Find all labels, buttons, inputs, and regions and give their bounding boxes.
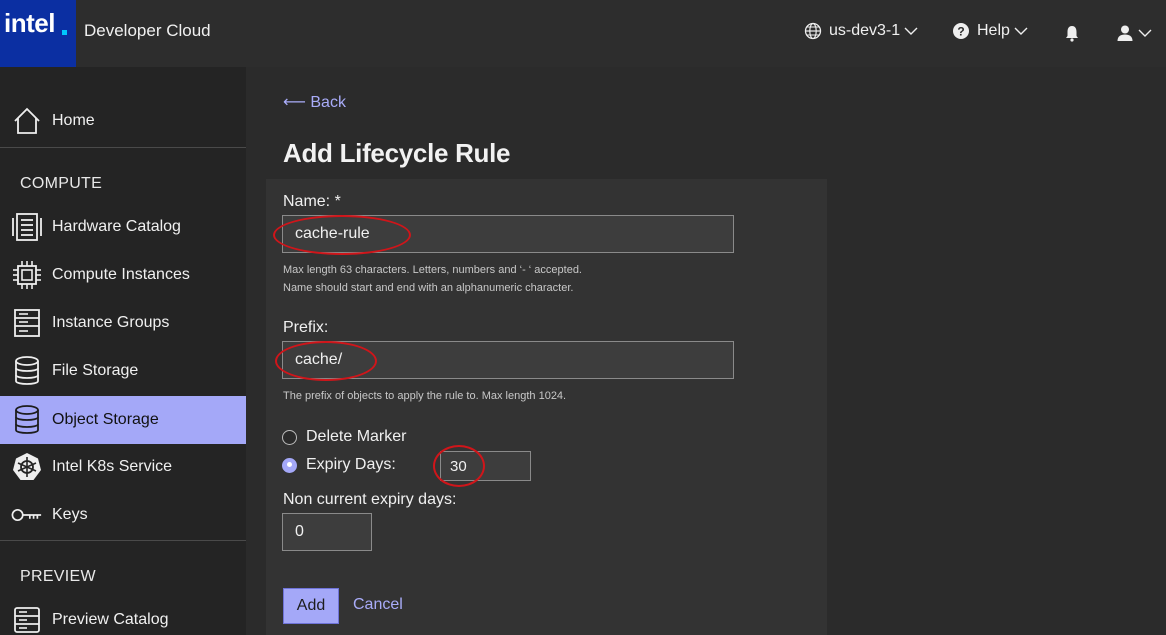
radio-label: Expiry Days: xyxy=(306,456,396,473)
region-label: us-dev3-1 xyxy=(829,22,901,39)
key-icon xyxy=(11,499,43,531)
kubernetes-icon xyxy=(11,451,43,483)
sidebar-item-instance-groups[interactable]: Instance Groups xyxy=(0,299,246,347)
add-button[interactable]: Add xyxy=(283,588,339,624)
radio-button-selected[interactable] xyxy=(282,457,297,473)
sidebar-item-label: Instance Groups xyxy=(52,314,170,331)
database-icon xyxy=(11,404,43,436)
sidebar-item-label: Home xyxy=(52,112,95,129)
sidebar-item-object-storage[interactable]: Object Storage xyxy=(0,396,246,444)
prefix-input[interactable]: cache/ xyxy=(282,341,734,379)
user-menu[interactable] xyxy=(1116,24,1152,42)
sidebar: Home COMPUTE Hardware Catalog Compute In… xyxy=(0,67,246,635)
sidebar-item-label: Compute Instances xyxy=(52,266,190,283)
globe-icon xyxy=(804,22,822,40)
sidebar-item-label: Preview Catalog xyxy=(52,611,169,628)
logo-text: intel xyxy=(4,8,55,38)
divider xyxy=(0,147,246,148)
noncurrent-expiry-input[interactable]: 0 xyxy=(282,513,372,551)
radio-delete-marker[interactable]: Delete Marker xyxy=(282,428,406,446)
sidebar-item-keys[interactable]: Keys xyxy=(0,491,246,539)
intel-logo[interactable]: intel xyxy=(0,0,76,67)
section-title-preview: PREVIEW xyxy=(20,568,96,585)
catalog-icon xyxy=(11,604,43,635)
name-hint-line-2: Name should start and end with an alphan… xyxy=(283,282,574,294)
prefix-hint: The prefix of objects to apply the rule … xyxy=(283,390,567,402)
name-hint: Max length 63 characters. Letters, numbe… xyxy=(283,261,582,297)
region-selector[interactable]: us-dev3-1 xyxy=(804,22,918,40)
back-link[interactable]: ⟵ Back xyxy=(283,92,346,112)
sidebar-item-intel-k8s-service[interactable]: Intel K8s Service xyxy=(0,443,246,491)
top-bar: intel Developer Cloud us-dev3-1 ? Help xyxy=(0,0,1166,67)
logo-dot xyxy=(62,30,67,35)
user-icon xyxy=(1116,24,1134,42)
sidebar-item-label: File Storage xyxy=(52,362,139,379)
divider xyxy=(0,540,246,541)
radio-label: Delete Marker xyxy=(306,428,407,445)
help-menu[interactable]: ? Help xyxy=(952,22,1028,40)
sidebar-item-label: Hardware Catalog xyxy=(52,218,181,235)
name-input[interactable]: cache-rule xyxy=(282,215,734,253)
help-circle-icon: ? xyxy=(952,22,970,40)
brand-name: Developer Cloud xyxy=(84,21,211,40)
noncurrent-expiry-label: Non current expiry days: xyxy=(283,491,457,508)
sidebar-item-file-storage[interactable]: File Storage xyxy=(0,347,246,395)
radio-button[interactable] xyxy=(282,429,297,445)
sidebar-item-preview-catalog[interactable]: Preview Catalog xyxy=(0,596,246,635)
svg-text:?: ? xyxy=(957,25,964,39)
bell-icon xyxy=(1063,24,1081,42)
help-label: Help xyxy=(977,22,1010,39)
section-title-compute: COMPUTE xyxy=(20,175,103,192)
name-hint-line-1: Max length 63 characters. Letters, numbe… xyxy=(283,264,582,276)
cpu-chip-icon xyxy=(11,259,43,291)
chevron-down-icon xyxy=(1138,28,1152,38)
chevron-down-icon xyxy=(904,26,918,36)
sidebar-item-compute-instances[interactable]: Compute Instances xyxy=(0,251,246,299)
instance-groups-icon xyxy=(11,307,43,339)
sidebar-item-label: Object Storage xyxy=(52,411,159,428)
page-title: Add Lifecycle Rule xyxy=(283,138,511,168)
notifications-button[interactable] xyxy=(1063,24,1081,42)
prefix-label: Prefix: xyxy=(283,319,329,336)
radio-expiry-days[interactable]: Expiry Days: xyxy=(282,456,396,474)
sidebar-item-home[interactable]: Home xyxy=(0,97,246,145)
name-label: Name: * xyxy=(283,193,341,210)
sidebar-item-label: Intel K8s Service xyxy=(52,458,173,475)
sidebar-item-label: Keys xyxy=(52,506,88,523)
sidebar-item-hardware-catalog[interactable]: Hardware Catalog xyxy=(0,203,246,251)
chevron-down-icon xyxy=(1014,26,1028,36)
home-icon xyxy=(11,105,43,137)
database-icon xyxy=(11,355,43,387)
cancel-button[interactable]: Cancel xyxy=(353,596,403,614)
server-rack-icon xyxy=(11,211,43,243)
expiry-days-input[interactable]: 30 xyxy=(440,451,531,481)
